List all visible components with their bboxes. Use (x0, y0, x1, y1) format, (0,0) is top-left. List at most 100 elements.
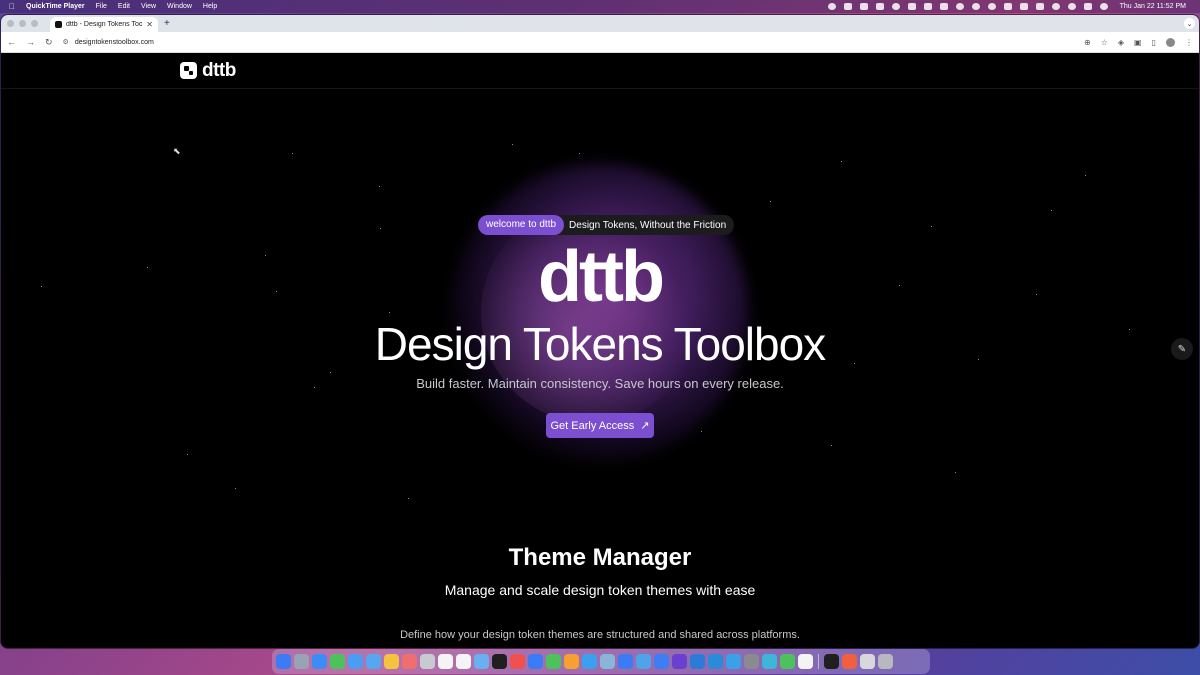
menu-app-name[interactable]: QuickTime Player (26, 3, 85, 10)
status-item-icon[interactable] (843, 3, 852, 10)
dock-app-icon[interactable] (672, 654, 687, 669)
minimize-window-button[interactable] (19, 20, 26, 27)
siri-icon[interactable] (1099, 3, 1108, 10)
site-header: dttb (1, 53, 1199, 89)
status-item-icon[interactable] (923, 3, 932, 10)
menu-edit[interactable]: Edit (118, 3, 130, 10)
status-item-icon[interactable] (859, 3, 868, 10)
dock-app-icon[interactable] (366, 654, 381, 669)
dock-app-icon[interactable] (456, 654, 471, 669)
dock-app-icon[interactable] (438, 654, 453, 669)
extension-icon[interactable]: ◈ (1118, 38, 1124, 47)
dock-app-icon[interactable] (528, 654, 543, 669)
profile-avatar[interactable] (1166, 37, 1175, 47)
dock-app-icon[interactable] (348, 654, 363, 669)
hero-subtitle: Build faster. Maintain consistency. Save… (416, 376, 784, 391)
dock-app-icon[interactable] (878, 654, 893, 669)
close-tab-icon[interactable]: ✕ (146, 20, 153, 29)
dock-app-icon[interactable] (510, 654, 525, 669)
dock-app-icon[interactable] (600, 654, 615, 669)
logo-text: dttb (202, 59, 236, 81)
site-info-icon[interactable]: ⚙ (63, 38, 69, 46)
spotlight-search-icon[interactable] (1067, 3, 1076, 10)
dock-app-icon[interactable] (860, 654, 875, 669)
tab-search-icon[interactable]: ⌄ (1184, 18, 1195, 29)
edit-pencil-icon[interactable]: ✎ (1171, 338, 1193, 360)
dock-app-icon[interactable] (492, 654, 507, 669)
dock-app-icon[interactable] (546, 654, 561, 669)
site-logo[interactable]: dttb (180, 60, 236, 82)
back-button[interactable]: ← (7, 37, 16, 47)
macos-menu-bar:  QuickTime Player File Edit View Window… (0, 0, 1200, 13)
zoom-icon[interactable]: ⊕ (1084, 38, 1091, 47)
favicon-icon (55, 21, 62, 28)
tab-title: dttb - Design Tokens Toolbox (66, 21, 143, 28)
dock-app-icon[interactable] (564, 654, 579, 669)
status-item-icon[interactable] (907, 3, 916, 10)
status-item-icon[interactable] (987, 3, 996, 10)
announcement-text: Design Tokens, Without the Friction (569, 219, 727, 231)
new-tab-button[interactable]: + (164, 18, 170, 29)
close-window-button[interactable] (7, 20, 14, 27)
status-item-icon[interactable] (891, 3, 900, 10)
dock-app-icon[interactable] (474, 654, 489, 669)
dock-app-icon[interactable] (582, 654, 597, 669)
dock-app-icon[interactable] (384, 654, 399, 669)
dock-app-icon[interactable] (654, 654, 669, 669)
address-bar[interactable]: ⚙ designtokenstoolbox.com (63, 38, 1074, 47)
dock-app-icon[interactable] (636, 654, 651, 669)
battery-icon[interactable] (1019, 3, 1028, 10)
dock-app-icon[interactable] (294, 654, 309, 669)
more-menu-icon[interactable]: ⋮ (1185, 38, 1193, 47)
status-item-icon[interactable] (875, 3, 884, 10)
dock-app-icon[interactable] (618, 654, 633, 669)
section-title: Theme Manager (508, 544, 692, 571)
reload-button[interactable]: ↻ (45, 37, 53, 48)
browser-tab[interactable]: dttb - Design Tokens Toolbox ✕ (50, 17, 158, 32)
dock-app-icon[interactable] (276, 654, 291, 669)
dock-app-icon[interactable] (824, 654, 839, 669)
wifi-icon[interactable] (1051, 3, 1060, 10)
bluetooth-icon[interactable] (1003, 3, 1012, 10)
dock-app-icon[interactable] (330, 654, 345, 669)
status-item-icon[interactable] (971, 3, 980, 10)
logo-mark-icon (180, 62, 197, 79)
get-early-access-button[interactable]: Get Early Access ↗ (546, 413, 654, 438)
dock-app-icon[interactable] (312, 654, 327, 669)
window-controls (1, 20, 38, 27)
dock-app-icon[interactable] (690, 654, 705, 669)
macos-dock (272, 649, 930, 674)
dock-separator (818, 654, 819, 669)
status-item-icon[interactable] (939, 3, 948, 10)
section-subtitle: Manage and scale design token themes wit… (444, 582, 756, 598)
dock-app-icon[interactable] (402, 654, 417, 669)
dock-app-icon[interactable] (780, 654, 795, 669)
dock-app-icon[interactable] (798, 654, 813, 669)
dock-app-icon[interactable] (744, 654, 759, 669)
dock-app-icon[interactable] (420, 654, 435, 669)
menu-view[interactable]: View (141, 3, 156, 10)
menu-file[interactable]: File (96, 3, 107, 10)
tab-bar: dttb - Design Tokens Toolbox ✕ + ⌄ (1, 15, 1199, 32)
dock-app-icon[interactable] (842, 654, 857, 669)
extensions-puzzle-icon[interactable]: ▣ (1134, 38, 1142, 47)
url-text[interactable]: designtokenstoolbox.com (75, 39, 154, 46)
keyboard-input-icon[interactable] (1035, 3, 1044, 10)
apple-menu-icon[interactable]:  (9, 2, 15, 11)
bookmark-star-icon[interactable]: ☆ (1101, 38, 1108, 47)
web-page: dttb ⬉ welcome to dttb Design Tokens, Wi… (1, 53, 1199, 647)
zoom-window-button[interactable] (31, 20, 38, 27)
control-center-icon[interactable] (1083, 3, 1092, 10)
dock-app-icon[interactable] (726, 654, 741, 669)
dock-app-icon[interactable] (762, 654, 777, 669)
sidebar-icon[interactable]: ▯ (1152, 38, 1156, 47)
menu-window[interactable]: Window (167, 3, 192, 10)
status-item-icon[interactable] (827, 3, 836, 10)
forward-button[interactable]: → (26, 37, 35, 47)
menu-bar-clock[interactable]: Thu Jan 22 11:52 PM (1120, 3, 1186, 10)
menu-help[interactable]: Help (203, 3, 217, 10)
status-item-icon[interactable] (955, 3, 964, 10)
mouse-cursor-icon: ⬉ (173, 146, 181, 156)
welcome-badge: welcome to dttb (478, 215, 565, 235)
dock-app-icon[interactable] (708, 654, 723, 669)
